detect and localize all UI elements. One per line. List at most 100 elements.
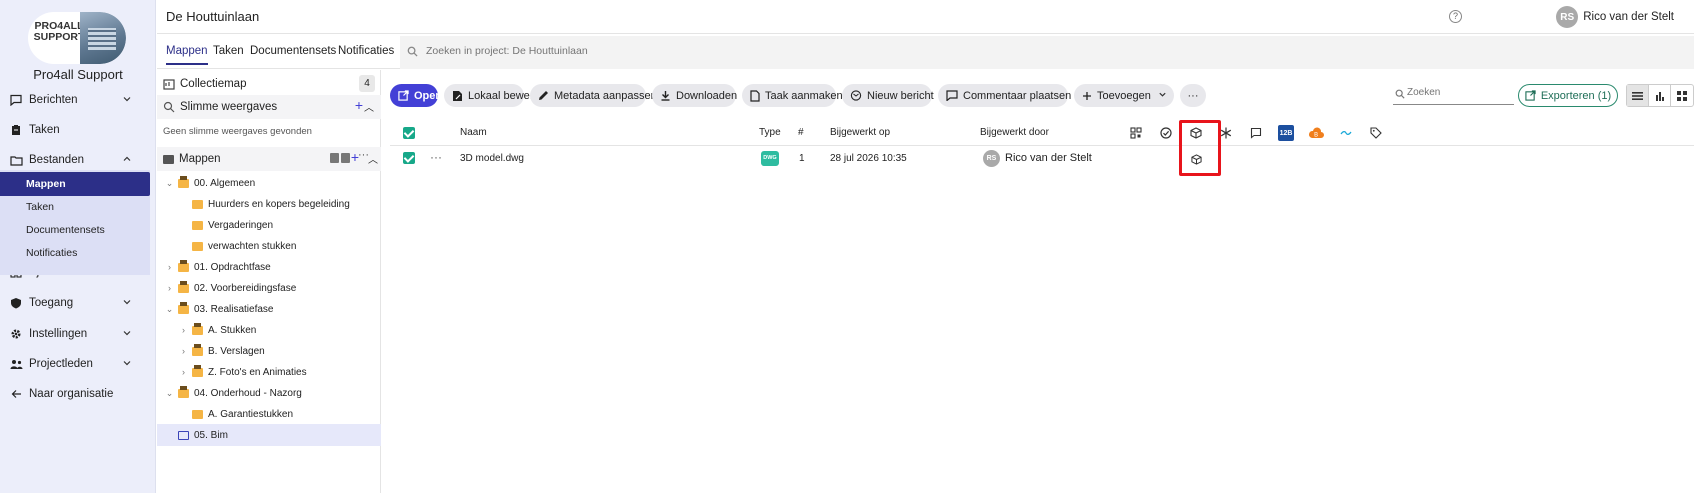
tab-notificaties[interactable]: Notificaties [338,45,394,57]
tree-folder-item[interactable]: › Z. Foto's en Animaties [157,361,381,383]
check-circle-icon[interactable] [1158,125,1174,141]
project-title: De Houttuinlaan [166,9,260,24]
folder-icon [192,199,203,209]
chevron-right-icon[interactable]: › [179,325,188,335]
smart-views-icon [163,101,175,113]
file-search-input[interactable] [1407,87,1511,98]
export-button[interactable]: Exporteren (1) [1518,84,1618,107]
file-name[interactable]: 3D model.dwg [460,153,524,164]
tree-folder-item[interactable]: 05. Bim [157,424,381,446]
smart-views-empty: Geen slimme weergaves gevonden [163,126,312,137]
tree-folder-item[interactable]: verwachten stukken [157,235,381,257]
chevron-up-icon[interactable]: ︿ [368,151,378,166]
chevron-down-icon[interactable] [122,358,134,370]
downloaden-button[interactable]: Downloaden [652,84,737,107]
metadata-aanpassen-button[interactable]: Metadata aanpassen [530,84,657,107]
tree-folder-item[interactable]: › A. Stukken [157,319,381,341]
qr-icon[interactable] [1128,125,1144,141]
tree-folder-item[interactable]: › 02. Voorbereidingsfase [157,277,381,299]
open-button[interactable]: Open [390,84,442,107]
chevron-down-icon[interactable] [122,94,134,106]
highlight-frame [1179,120,1221,176]
folder-icon [192,343,203,356]
tree-folder-item[interactable]: Vergaderingen [157,214,381,236]
message-icon [9,93,23,107]
tree-folder-item[interactable]: Huurders en kopers begeleiding [157,193,381,215]
sidebar-item-berichten[interactable]: Berichten [0,88,156,112]
subnav-item-documentensets[interactable]: Documentensets [26,224,105,236]
tree-folder-item[interactable]: ⌄ 00. Algemeen [157,172,381,194]
subnav-item-mappen[interactable]: Mappen [0,172,150,196]
chart-view-icon[interactable] [1649,85,1672,106]
comment-icon[interactable] [1248,125,1264,141]
project-search-input[interactable] [426,45,826,57]
table-row[interactable]: ··· 3D model.dwg DWG 1 28 jul 2026 10:35… [390,146,1694,172]
chevron-right-icon[interactable]: › [179,367,188,377]
tab-taken[interactable]: Taken [213,45,244,57]
smart-views-label: Slimme weergaves [180,101,278,113]
org-logo[interactable]: PRO4ALL SUPPORT [28,12,126,64]
chevron-right-icon[interactable]: › [165,283,174,293]
chevron-down-icon[interactable]: ⌄ [165,178,174,189]
more-actions-button[interactable]: ··· [1180,84,1206,107]
chevron-down-icon[interactable]: ⌄ [165,388,174,399]
tree-folder-item[interactable]: ⌄ 03. Realisatiefase [157,298,381,320]
cloud-badge-icon[interactable]: B [1308,125,1324,141]
sidebar-item-label: Naar organisatie [29,388,114,400]
chevron-down-icon[interactable]: ⌄ [165,304,174,315]
folder-icon [9,153,23,167]
tab-documentensets[interactable]: Documentensets [250,45,336,57]
tag-icon[interactable] [1368,125,1384,141]
sidebar-item-projectleden[interactable]: Projectleden [0,352,156,376]
smart-views-header[interactable]: Slimme weergaves + ︿ [157,95,381,119]
button-label: Commentaar plaatsen [963,89,1072,102]
tab-mappen[interactable]: Mappen [166,45,208,65]
sidebar-item-bestanden[interactable]: Bestanden [0,148,156,172]
collapse-all-icon[interactable] [341,153,350,163]
toevoegen-button[interactable]: Toevoegen [1074,84,1174,107]
collection-folder[interactable]: Collectiemap 4 [157,72,381,96]
table-header: Naam Type # Bijgewerkt op Bijgewerkt doo… [390,120,1694,146]
folder-label: Huurders en kopers begeleiding [208,198,350,210]
commentaar-plaatsen-button[interactable]: Commentaar plaatsen [938,84,1072,107]
help-icon[interactable]: ? [1449,10,1462,23]
row-checkbox[interactable] [403,152,415,164]
sidebar-item-toegang[interactable]: Toegang [0,291,156,315]
sidebar-item-instellingen[interactable]: Instellingen [0,322,156,346]
user-menu[interactable]: RS Rico van der Stelt [1556,6,1674,28]
subnav-item-notificaties[interactable]: Notificaties [26,247,77,259]
tree-folder-item[interactable]: › 01. Opdrachtfase [157,256,381,278]
sidebar-item-taken[interactable]: Taken [0,118,156,142]
chevron-up-icon[interactable]: ︿ [364,99,374,114]
12build-icon[interactable]: 12B [1278,125,1294,141]
chevron-down-icon[interactable] [122,297,134,309]
grid-view-icon[interactable] [1671,85,1693,106]
button-label: Nieuw bericht [867,89,934,102]
col-updated-by[interactable]: Bijgewerkt door [980,127,1049,138]
add-smart-view-icon[interactable]: + [355,97,363,113]
chevron-right-icon[interactable]: › [165,262,174,272]
tree-folder-item[interactable]: › B. Verslagen [157,340,381,362]
chevron-down-icon[interactable] [122,328,134,340]
taak-aanmaken-button[interactable]: Taak aanmaken [742,84,843,107]
col-type[interactable]: Type [759,127,781,138]
expand-all-icon[interactable] [330,153,339,163]
tree-folder-item[interactable]: ⌄ 04. Onderhoud - Nazorg [157,382,381,404]
chevron-up-icon[interactable] [122,154,134,166]
lokaal-bewerken-button[interactable]: Lokaal bewerken [444,84,551,107]
sidebar-item-naar-organisatie[interactable]: Naar organisatie [0,382,156,406]
wave-icon[interactable] [1338,125,1354,141]
tree-folder-item[interactable]: A. Garantiestukken [157,403,381,425]
nieuw-bericht-button[interactable]: Nieuw bericht [842,84,934,107]
col-version[interactable]: # [798,127,804,138]
select-all-checkbox[interactable] [403,127,415,139]
chevron-right-icon[interactable]: › [179,346,188,356]
row-more-icon[interactable]: ··· [430,150,442,164]
subnav-item-taken[interactable]: Taken [26,201,54,213]
folder-icon [178,175,189,188]
col-naam[interactable]: Naam [460,127,487,138]
list-view-icon[interactable] [1627,85,1650,106]
header: De Houttuinlaan ? RS Rico van der Stelt [157,0,1694,34]
col-updated-on[interactable]: Bijgewerkt op [830,127,890,138]
folders-header[interactable]: Mappen + ··· ︿ [157,147,381,171]
